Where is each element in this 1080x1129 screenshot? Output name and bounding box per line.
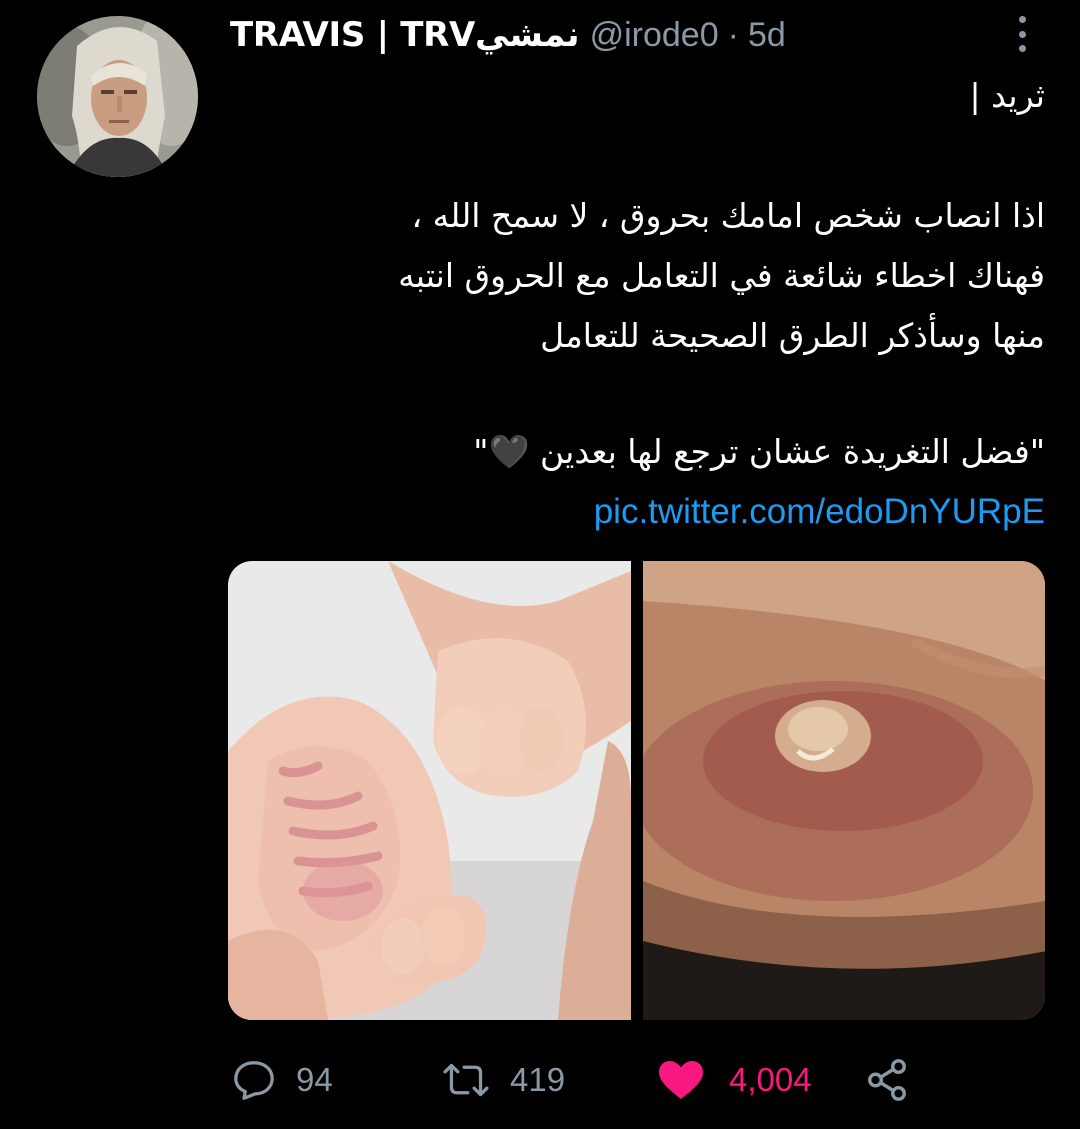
retweet-button[interactable]: 419	[442, 1052, 565, 1108]
tweet-text-line: فهناك اخطاء شائعة في التعامل مع الحروق ا…	[398, 256, 1045, 295]
tweet-timestamp[interactable]: 5d	[748, 16, 786, 55]
tweet-text-line: اذا انصاب شخص امامك بحروق ، لا سمح الله …	[411, 196, 1045, 235]
reply-icon	[234, 1061, 274, 1100]
like-count: 4,004	[729, 1061, 812, 1098]
tweet-actions: 94 419 4,004	[232, 1052, 932, 1108]
author-avatar[interactable]	[37, 16, 198, 177]
retweet-count: 419	[510, 1061, 566, 1098]
separator-dot: ·	[727, 15, 739, 54]
author-display-name[interactable]: TRAVIS | TRVنمشي	[230, 15, 580, 55]
retweet-icon	[443, 1063, 489, 1097]
reply-count: 94	[296, 1061, 333, 1098]
media-photo-burned-child-hands[interactable]	[228, 561, 631, 1020]
tweet-media-grid	[228, 561, 1045, 1020]
tweet-header: TRAVIS | TRVنمشي @irode0 · 5d	[230, 12, 786, 58]
more-vertical-icon[interactable]	[1010, 14, 1034, 54]
share-icon	[868, 1059, 906, 1101]
heart-icon	[659, 1061, 703, 1099]
tweet-text: ثريد | اذا انصاب شخص امامك بحروق ، لا سم…	[230, 66, 1045, 482]
author-handle[interactable]: @irode0	[590, 16, 719, 55]
tweet-text-line: ثريد |	[969, 76, 1045, 115]
share-button[interactable]	[864, 1052, 910, 1108]
like-button[interactable]: 4,004	[657, 1052, 812, 1108]
media-photo-burn-blister[interactable]	[642, 561, 1045, 1020]
tweet-media-link[interactable]: pic.twitter.com/edoDnYURpE	[230, 492, 1045, 532]
reply-button[interactable]: 94	[232, 1052, 333, 1108]
tweet-text-line: منها وسأذكر الطرق الصحيحة للتعامل	[540, 316, 1045, 355]
tweet-text-line: "فضل التغريدة عشان ترجع لها بعدين 🖤"	[473, 432, 1045, 471]
